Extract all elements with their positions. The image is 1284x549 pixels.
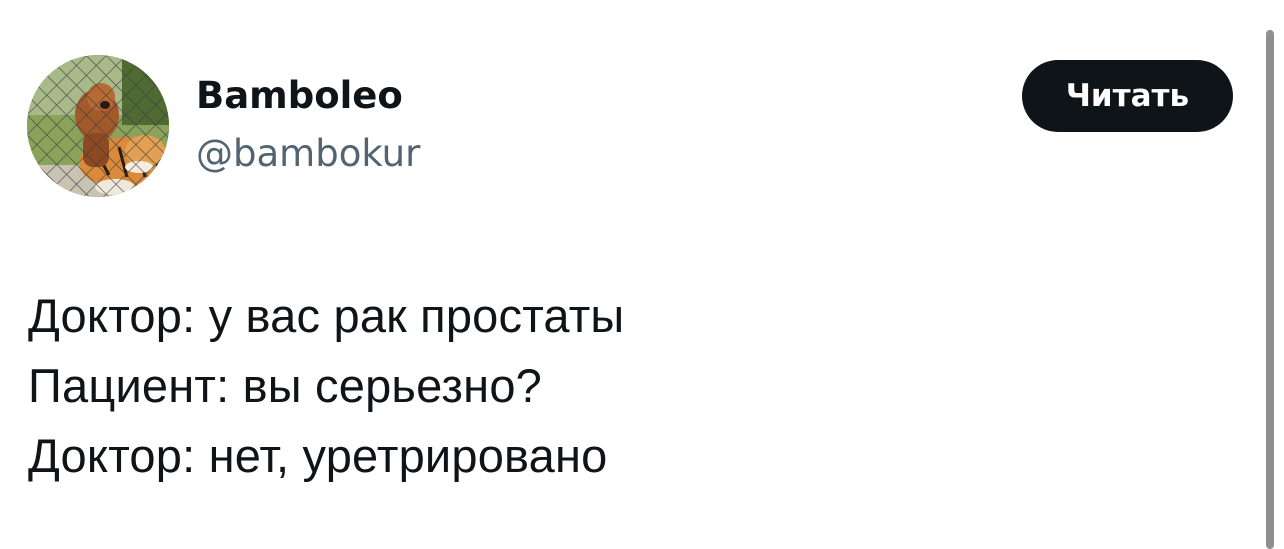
- tweet-card: Bamboleo @bambokur Читать Доктор: у вас …: [0, 0, 1284, 549]
- avatar-image: [27, 55, 169, 197]
- tweet-line-3: Доктор: нет, уретрировано: [28, 429, 608, 482]
- tweet-text: Доктор: у вас рак простаты Пациент: вы с…: [28, 281, 1228, 491]
- tweet-line-1: Доктор: у вас рак простаты: [28, 289, 625, 342]
- user-handle[interactable]: @bambokur: [196, 132, 420, 176]
- tweet-line-2: Пациент: вы серьезно?: [28, 359, 542, 412]
- scrollbar[interactable]: [1266, 30, 1274, 549]
- avatar[interactable]: [27, 55, 169, 197]
- display-name[interactable]: Bamboleo: [196, 74, 403, 118]
- follow-button[interactable]: Читать: [1022, 60, 1233, 132]
